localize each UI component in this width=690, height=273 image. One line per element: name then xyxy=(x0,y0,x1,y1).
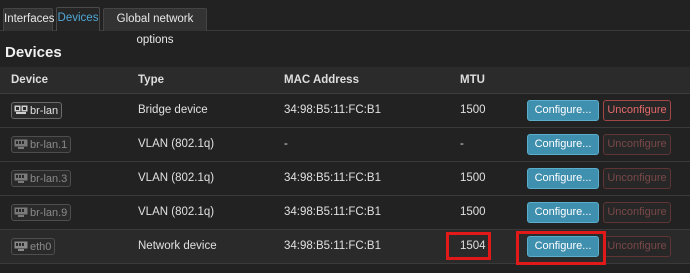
configure-button[interactable]: Configure... xyxy=(527,168,599,189)
header-mac-address: MAC Address xyxy=(284,74,359,86)
header-device: Device xyxy=(11,74,49,86)
network-port-icon xyxy=(14,173,28,183)
network-port-icon xyxy=(14,241,28,251)
configure-button[interactable]: Configure... xyxy=(527,100,599,121)
device-name: br-lan.3 xyxy=(30,172,68,185)
table-header: Device Type MAC Address MTU xyxy=(0,67,690,94)
bridge-icon xyxy=(14,105,28,114)
configure-button[interactable]: Configure... xyxy=(527,236,599,257)
device-badge: br-lan.1 xyxy=(11,136,72,153)
device-mac: - xyxy=(284,138,288,150)
configure-button[interactable]: Configure... xyxy=(527,134,599,155)
table-row: br-lan Bridge device 34:98:B5:11:FC:B1 1… xyxy=(0,94,690,128)
device-mac: 34:98:B5:11:FC:B1 xyxy=(284,104,381,116)
device-type: VLAN (802.1q) xyxy=(138,206,215,218)
device-type: Network device xyxy=(138,240,217,252)
device-type: Bridge device xyxy=(138,104,208,116)
network-port-icon xyxy=(14,139,28,149)
network-port-icon xyxy=(14,207,28,217)
device-badge: eth0 xyxy=(11,238,56,255)
device-mtu: 1500 xyxy=(460,206,486,218)
device-badge: br-lan xyxy=(11,102,63,119)
device-name: eth0 xyxy=(30,240,52,253)
device-mac: 34:98:B5:11:FC:B1 xyxy=(284,240,381,252)
device-mtu: 1500 xyxy=(460,172,486,184)
section-title: Devices xyxy=(5,44,62,61)
device-badge: br-lan.9 xyxy=(11,204,72,221)
unconfigure-button[interactable]: Unconfigure xyxy=(603,236,671,257)
header-mtu: MTU xyxy=(460,74,485,86)
tab-bar: Interfaces Devices Global network option… xyxy=(0,0,690,46)
header-type: Type xyxy=(138,74,164,86)
table-row: eth0 Network device 34:98:B5:11:FC:B1 15… xyxy=(0,230,690,264)
device-type: VLAN (802.1q) xyxy=(138,138,215,150)
device-name: br-lan.9 xyxy=(30,206,68,219)
table-row: br-lan.1 VLAN (802.1q) - - Configure... … xyxy=(0,128,690,162)
unconfigure-button[interactable]: Unconfigure xyxy=(603,134,671,155)
tab-devices[interactable]: Devices xyxy=(56,7,100,31)
device-mac: 34:98:B5:11:FC:B1 xyxy=(284,172,381,184)
device-mac: 34:98:B5:11:FC:B1 xyxy=(284,206,381,218)
device-name: br-lan.1 xyxy=(30,138,68,151)
unconfigure-button[interactable]: Unconfigure xyxy=(603,202,671,223)
tab-global-network-options[interactable]: Global network options xyxy=(103,8,207,46)
device-mtu: - xyxy=(460,138,464,150)
table-row: br-lan.3 VLAN (802.1q) 34:98:B5:11:FC:B1… xyxy=(0,162,690,196)
unconfigure-button[interactable]: Unconfigure xyxy=(603,168,671,189)
table-row: br-lan.9 VLAN (802.1q) 34:98:B5:11:FC:B1… xyxy=(0,196,690,230)
device-mtu: 1500 xyxy=(460,104,486,116)
unconfigure-button[interactable]: Unconfigure xyxy=(603,100,671,121)
tab-interfaces[interactable]: Interfaces xyxy=(3,8,55,31)
device-mtu: 1504 xyxy=(460,240,486,252)
configure-button[interactable]: Configure... xyxy=(527,202,599,223)
device-name: br-lan xyxy=(30,104,59,117)
device-type: VLAN (802.1q) xyxy=(138,172,215,184)
device-badge: br-lan.3 xyxy=(11,170,72,187)
